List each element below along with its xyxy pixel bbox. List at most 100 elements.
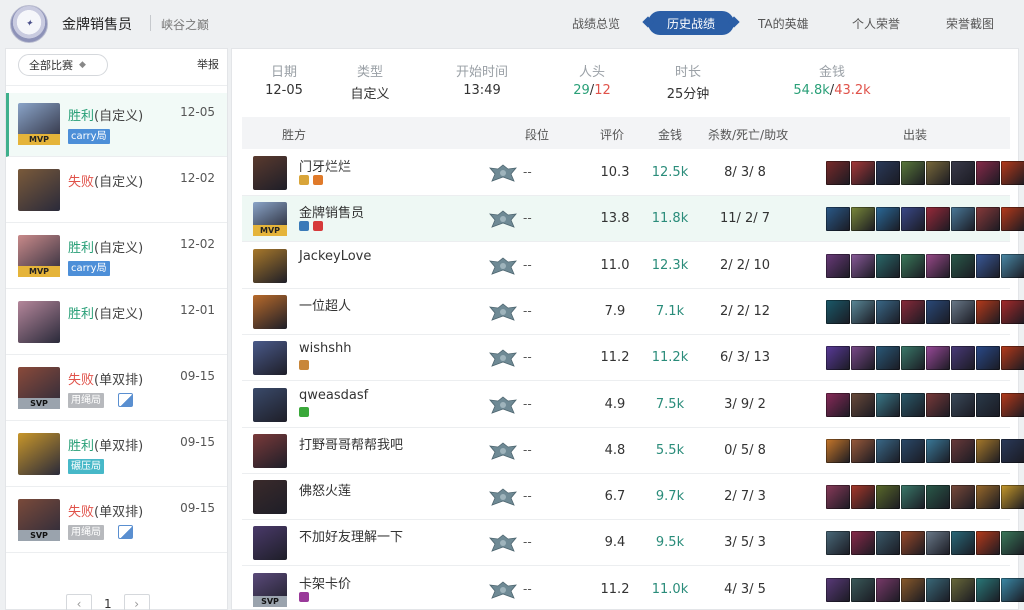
- item-icon[interactable]: [826, 346, 850, 371]
- player-avatar[interactable]: MVP: [253, 202, 287, 237]
- item-icon[interactable]: [876, 253, 900, 278]
- player-avatar[interactable]: [253, 480, 287, 515]
- item-icon[interactable]: [901, 346, 925, 371]
- item-icon[interactable]: [926, 485, 950, 510]
- item-icon[interactable]: [926, 207, 950, 232]
- table-row[interactable]: wishshh -- 11.2 11.2k 6/ 3/ 13: [242, 335, 1024, 382]
- nav-heroes[interactable]: TA的英雄: [758, 15, 809, 32]
- match-item[interactable]: 失败(自定义) 12-02: [6, 159, 227, 223]
- item-icon[interactable]: [901, 531, 925, 556]
- item-icon[interactable]: [926, 577, 950, 602]
- player-avatar[interactable]: [253, 294, 287, 329]
- player-avatar[interactable]: [253, 156, 287, 190]
- item-icon[interactable]: [976, 161, 1000, 185]
- table-row[interactable]: 门牙烂烂 -- 10.3 12.5k 8/ 3/ 8: [242, 150, 1024, 196]
- nav-overview[interactable]: 战绩总览: [572, 15, 620, 32]
- item-icon[interactable]: [976, 299, 1000, 324]
- item-icon[interactable]: [1001, 531, 1024, 556]
- item-icon[interactable]: [976, 438, 1000, 463]
- item-icon[interactable]: [926, 346, 950, 371]
- match-item[interactable]: MVP 胜利(自定义) 12-02 carry局: [6, 225, 227, 289]
- item-icon[interactable]: [951, 485, 975, 510]
- item-icon[interactable]: [976, 392, 1000, 417]
- item-icon[interactable]: [1001, 346, 1024, 371]
- player-name[interactable]: 一位超人: [299, 295, 351, 314]
- item-icon[interactable]: [851, 161, 875, 185]
- item-icon[interactable]: [951, 346, 975, 371]
- table-row[interactable]: SVP 卡架卡价 -- 11.2 11.0k 4/ 3/ 5: [242, 567, 1024, 610]
- prev-page-button[interactable]: ‹: [66, 594, 92, 610]
- nav-history[interactable]: 历史战绩: [648, 11, 734, 35]
- item-icon[interactable]: [951, 438, 975, 463]
- item-icon[interactable]: [976, 531, 1000, 556]
- player-name[interactable]: qweasdasf: [299, 388, 368, 403]
- item-icon[interactable]: [1001, 207, 1024, 232]
- item-icon[interactable]: [901, 438, 925, 463]
- player-avatar[interactable]: [253, 526, 287, 561]
- item-icon[interactable]: [826, 577, 850, 602]
- player-name[interactable]: 金牌销售员: [299, 202, 364, 221]
- player-avatar[interactable]: [253, 248, 287, 283]
- item-icon[interactable]: [826, 485, 850, 510]
- item-icon[interactable]: [1001, 438, 1024, 463]
- item-icon[interactable]: [976, 577, 1000, 602]
- item-icon[interactable]: [876, 438, 900, 463]
- item-icon[interactable]: [1001, 577, 1024, 602]
- screenshot-icon[interactable]: [118, 393, 133, 407]
- item-icon[interactable]: [976, 346, 1000, 371]
- item-icon[interactable]: [951, 161, 975, 185]
- item-icon[interactable]: [976, 253, 1000, 278]
- item-icon[interactable]: [826, 161, 850, 185]
- screenshot-icon[interactable]: [118, 525, 133, 539]
- item-icon[interactable]: [851, 485, 875, 510]
- item-icon[interactable]: [926, 299, 950, 324]
- match-item[interactable]: MVP 胜利(自定义) 12-05 carry局: [6, 93, 227, 157]
- item-icon[interactable]: [926, 531, 950, 556]
- item-icon[interactable]: [951, 577, 975, 602]
- player-name[interactable]: wishshh: [299, 341, 352, 356]
- player-name[interactable]: 佛怒火莲: [299, 480, 351, 499]
- match-item[interactable]: SVP 失败(单双排) 09-15 用绳局: [6, 489, 227, 553]
- item-icon[interactable]: [901, 161, 925, 185]
- match-item[interactable]: 胜利(单双排) 09-15 碾压局: [6, 423, 227, 487]
- match-filter-select[interactable]: 全部比赛 ◆: [18, 54, 108, 76]
- item-icon[interactable]: [876, 299, 900, 324]
- match-item[interactable]: 胜利(自定义) 12-01: [6, 291, 227, 355]
- item-icon[interactable]: [926, 438, 950, 463]
- item-icon[interactable]: [951, 253, 975, 278]
- item-icon[interactable]: [851, 207, 875, 232]
- item-icon[interactable]: [901, 485, 925, 510]
- item-icon[interactable]: [1001, 253, 1024, 278]
- item-icon[interactable]: [851, 438, 875, 463]
- item-icon[interactable]: [826, 253, 850, 278]
- item-icon[interactable]: [851, 346, 875, 371]
- item-icon[interactable]: [926, 392, 950, 417]
- item-icon[interactable]: [851, 531, 875, 556]
- item-icon[interactable]: [926, 253, 950, 278]
- item-icon[interactable]: [901, 299, 925, 324]
- item-icon[interactable]: [901, 253, 925, 278]
- item-icon[interactable]: [901, 392, 925, 417]
- item-icon[interactable]: [851, 577, 875, 602]
- item-icon[interactable]: [876, 392, 900, 417]
- table-row[interactable]: MVP 金牌销售员 -- 13.8 11.8k 11/ 2/ 7: [242, 196, 1024, 243]
- match-item[interactable]: SVP 失败(单双排) 09-15 用绳局: [6, 357, 227, 421]
- item-icon[interactable]: [976, 207, 1000, 232]
- item-icon[interactable]: [1001, 485, 1024, 510]
- item-icon[interactable]: [826, 531, 850, 556]
- item-icon[interactable]: [926, 161, 950, 185]
- item-icon[interactable]: [951, 207, 975, 232]
- player-avatar[interactable]: [253, 433, 287, 468]
- item-icon[interactable]: [876, 485, 900, 510]
- table-row[interactable]: 佛怒火莲 -- 6.7 9.7k 2/ 7/ 3: [242, 474, 1024, 521]
- item-icon[interactable]: [1001, 392, 1024, 417]
- player-avatar[interactable]: [253, 387, 287, 422]
- item-icon[interactable]: [876, 531, 900, 556]
- player-avatar[interactable]: SVP: [253, 572, 287, 607]
- item-icon[interactable]: [1001, 299, 1024, 324]
- nav-honors[interactable]: 个人荣誉: [852, 15, 900, 32]
- item-icon[interactable]: [826, 392, 850, 417]
- item-icon[interactable]: [901, 577, 925, 602]
- player-name[interactable]: JackeyLove: [299, 249, 371, 264]
- item-icon[interactable]: [876, 346, 900, 371]
